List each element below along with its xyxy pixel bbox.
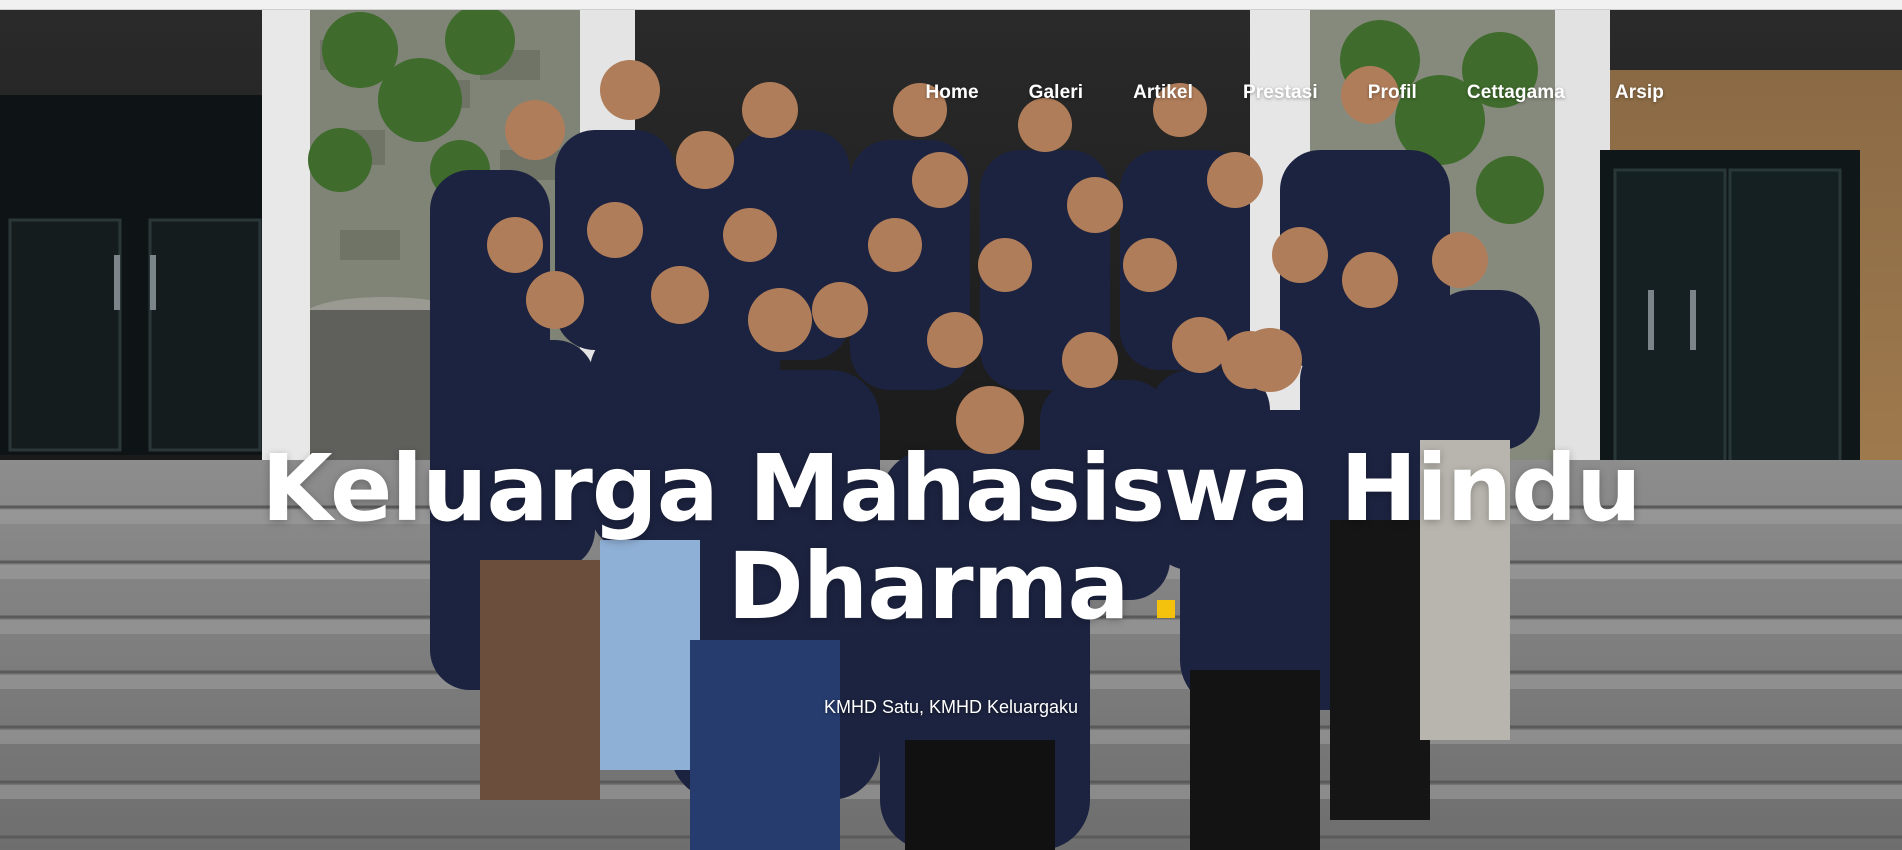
- hero-title: Keluarga Mahasiswa Hindu Dharma: [0, 440, 1902, 636]
- nav-home-link[interactable]: Home: [925, 82, 978, 104]
- hero-title-line2-wrap: Dharma: [0, 538, 1902, 636]
- nav-cettagama-link[interactable]: Cettagama: [1467, 82, 1565, 104]
- nav-arsip-link[interactable]: Arsip: [1615, 82, 1664, 104]
- nav-profil-link[interactable]: Profil: [1368, 82, 1417, 104]
- hero-subtitle: KMHD Satu, KMHD Keluargaku: [823, 697, 1079, 717]
- browser-top-edge: [0, 0, 1902, 10]
- hero-title-line2: Dharma: [727, 533, 1129, 640]
- hero-section: Home Galeri Artikel Prestasi Profil Cett…: [0, 10, 1902, 850]
- nav-prestasi-link[interactable]: Prestasi: [1243, 82, 1318, 104]
- nav-artikel-link[interactable]: Artikel: [1133, 82, 1193, 104]
- accent-dot: [1156, 600, 1175, 618]
- nav-galeri-link[interactable]: Galeri: [1029, 82, 1083, 104]
- hero-title-line1: Keluarga Mahasiswa Hindu: [261, 435, 1641, 542]
- group-photo-people: [430, 60, 1540, 850]
- main-nav: Home Galeri Artikel Prestasi Profil Cett…: [925, 82, 1664, 104]
